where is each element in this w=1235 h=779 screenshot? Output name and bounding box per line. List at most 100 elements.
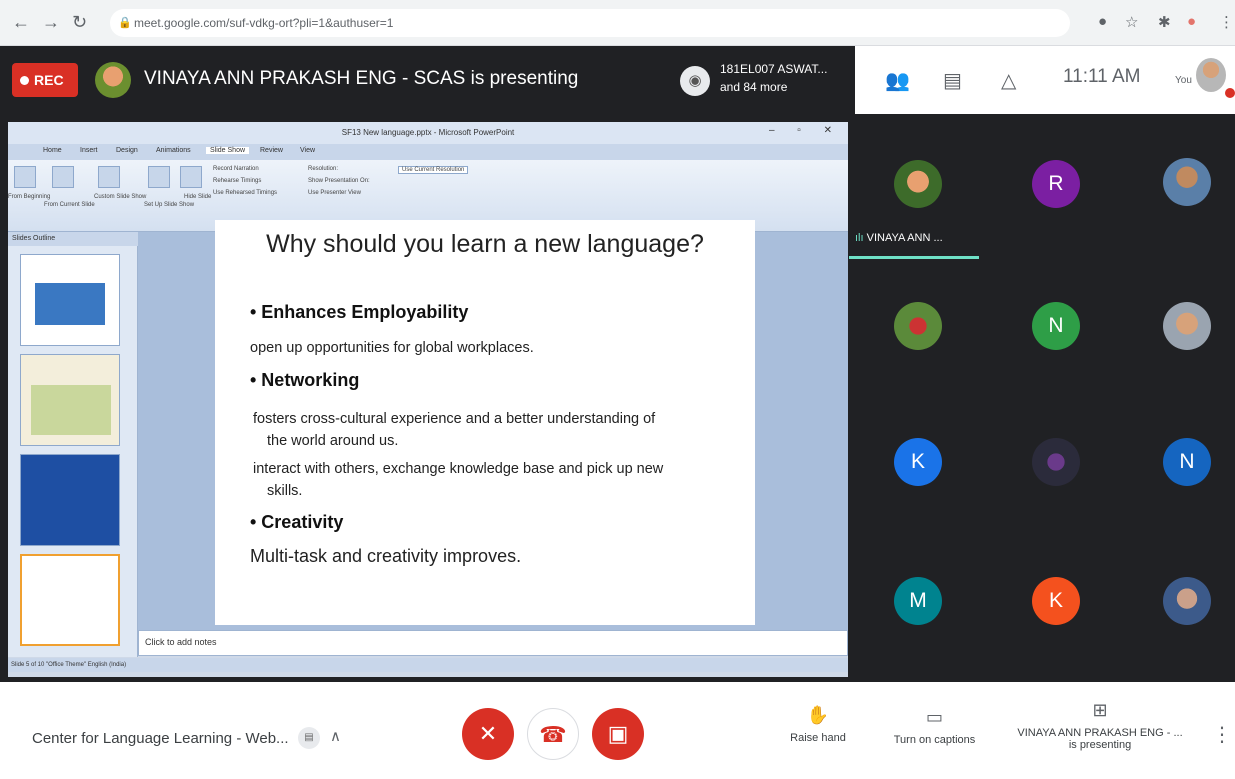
- slide-thumbnail[interactable]: [20, 454, 120, 546]
- presenting-button[interactable]: ⊞ VINAYA ANN PRAKASH ENG - ... is presen…: [1010, 700, 1190, 751]
- menu-dots-icon[interactable]: ⋮: [1219, 13, 1234, 31]
- back-arrow-icon[interactable]: ←: [12, 12, 30, 33]
- participant-avatar[interactable]: K: [894, 438, 942, 486]
- ppt-title-bar: SF13 New language.pptx - Microsoft Power…: [8, 122, 848, 144]
- avatar-initial: K: [910, 450, 925, 473]
- tab-home[interactable]: Home: [43, 147, 62, 154]
- hand-icon: ✋: [806, 705, 830, 725]
- tab-slide-show[interactable]: Slide Show: [206, 147, 250, 154]
- slide-bullet-heading: • Enhances Employability: [250, 302, 469, 322]
- ribbon-label: Custom Slide Show: [94, 194, 147, 200]
- slide-thumbnail[interactable]: [20, 254, 120, 346]
- bookmark-star-icon[interactable]: ☆: [1125, 13, 1138, 31]
- active-speaker-bar: [849, 256, 979, 259]
- current-slide: Why should you learn a new language? • E…: [215, 220, 755, 625]
- participant-photo[interactable]: [1163, 158, 1211, 206]
- slides-pane: Slides Outline: [8, 232, 138, 657]
- ribbon-label[interactable]: Use Rehearsed Timings: [213, 190, 277, 196]
- ribbon-label: Set Up Slide Show: [144, 202, 195, 208]
- self-status-dot: [1225, 88, 1235, 98]
- participant-photo[interactable]: [894, 302, 942, 350]
- captions-label: Turn on captions: [893, 734, 976, 746]
- presenting-label: VINAYA ANN PRAKASH ENG - ...: [1017, 727, 1183, 739]
- clock: 11:11 AM: [1063, 66, 1141, 87]
- ribbon-label: From Current Slide: [44, 202, 95, 208]
- slide-thumbnail[interactable]: [20, 354, 120, 446]
- audio-level-icon: ılı: [855, 232, 867, 244]
- slides-pane-tabs[interactable]: Slides Outline: [8, 232, 138, 246]
- captions-button[interactable]: ▭ Turn on captions: [882, 707, 987, 746]
- ribbon-label: Resolution:: [308, 166, 339, 172]
- table-thumb: [31, 385, 111, 435]
- participant-photo[interactable]: [1163, 302, 1211, 350]
- record-dot-icon: [20, 76, 29, 85]
- participant-photo[interactable]: [894, 160, 942, 208]
- tab-review[interactable]: Review: [260, 147, 283, 154]
- participants-count[interactable]: and 84 more: [720, 80, 787, 94]
- people-icon[interactable]: 👥: [885, 68, 910, 93]
- participant-avatar[interactable]: N: [1032, 302, 1080, 350]
- notes-field[interactable]: Click to add notes: [138, 630, 848, 656]
- ribbon-label[interactable]: Use Presenter View: [308, 190, 361, 196]
- avatar-initial: R: [1048, 172, 1064, 195]
- forward-arrow-icon[interactable]: →: [42, 12, 60, 33]
- ribbon-label[interactable]: Record Narration: [213, 166, 259, 172]
- reload-icon[interactable]: ↻: [72, 12, 87, 33]
- tab-animations[interactable]: Animations: [156, 147, 191, 154]
- tab-insert[interactable]: Insert: [80, 147, 98, 154]
- window-controls[interactable]: – ▫ ✕: [769, 125, 842, 136]
- participant-avatar[interactable]: R: [1032, 160, 1080, 208]
- profile-icon[interactable]: ●: [1187, 13, 1196, 30]
- participant-avatar[interactable]: M: [894, 577, 942, 625]
- more-options-icon[interactable]: ⋮: [1212, 722, 1232, 747]
- slide-thumbnail-active[interactable]: [20, 554, 120, 646]
- slide-text: skills.: [267, 483, 303, 499]
- participant-photo[interactable]: [1032, 438, 1080, 486]
- chat-icon[interactable]: ▤: [943, 68, 962, 93]
- leave-call-button[interactable]: ☎: [527, 708, 579, 760]
- tab-view[interactable]: View: [300, 147, 315, 154]
- setup-show-icon[interactable]: [148, 166, 170, 188]
- ribbon-label[interactable]: Rehearse Timings: [213, 178, 261, 184]
- participants-name[interactable]: 181EL007 ASWAT...: [720, 62, 827, 76]
- meeting-title[interactable]: Center for Language Learning - Web...: [32, 730, 289, 747]
- camera-button[interactable]: ▣: [592, 708, 644, 760]
- participant-avatar[interactable]: K: [1032, 577, 1080, 625]
- captions-icon: ▭: [925, 707, 943, 727]
- extensions-icon[interactable]: ✱: [1158, 13, 1171, 31]
- resolution-dropdown[interactable]: Use Current Resolution: [398, 166, 469, 174]
- tab-design[interactable]: Design: [116, 147, 138, 154]
- microphone-button[interactable]: ✕: [462, 708, 514, 760]
- camera-off-icon: ▣: [607, 721, 629, 746]
- slide-text: interact with others, exchange knowledge…: [253, 461, 664, 477]
- slide-text: Multi-task and creativity improves.: [250, 546, 522, 566]
- rec-label: REC: [34, 72, 64, 88]
- address-bar[interactable]: 🔒 meet.google.com/suf-vdkg-ort?pli=1&aut…: [110, 9, 1070, 37]
- active-speaker-label: ılı VINAYA ANN ...: [855, 232, 943, 244]
- from-beginning-icon[interactable]: [14, 166, 36, 188]
- ribbon-label: Show Presentation On:: [308, 178, 370, 184]
- avatar-initial: N: [1179, 450, 1195, 473]
- slide-title: Why should you learn a new language?: [266, 230, 704, 258]
- world-map-thumb: [35, 283, 105, 325]
- ribbon-label: Hide Slide: [184, 194, 212, 200]
- recording-badge: REC: [12, 63, 78, 97]
- hide-slide-icon[interactable]: [180, 166, 202, 188]
- chevron-up-icon[interactable]: ∧: [330, 727, 341, 745]
- slide-text: the world around us.: [267, 433, 399, 449]
- slide-bullet-heading: • Creativity: [250, 512, 344, 532]
- browser-toolbar: ← → ↻ 🔒 meet.google.com/suf-vdkg-ort?pli…: [0, 0, 1235, 46]
- participant-avatar[interactable]: N: [1163, 438, 1211, 486]
- meeting-details-icon[interactable]: ▤: [298, 727, 320, 749]
- ppt-ribbon-tabs: Home Insert Design Animations Slide Show…: [8, 144, 848, 160]
- from-current-icon[interactable]: [52, 166, 74, 188]
- raise-hand-button[interactable]: ✋ Raise hand: [778, 705, 858, 744]
- participant-photo[interactable]: [1163, 577, 1211, 625]
- you-label: You: [1175, 75, 1192, 86]
- custom-show-icon[interactable]: [98, 166, 120, 188]
- camera-indicator-icon[interactable]: ●: [1098, 13, 1107, 30]
- activities-icon[interactable]: △: [1001, 68, 1016, 93]
- slide-text: fosters cross-cultural experience and a …: [253, 411, 656, 427]
- presenting-label: is presenting: [1068, 739, 1132, 751]
- avatar-initial: K: [1048, 589, 1063, 612]
